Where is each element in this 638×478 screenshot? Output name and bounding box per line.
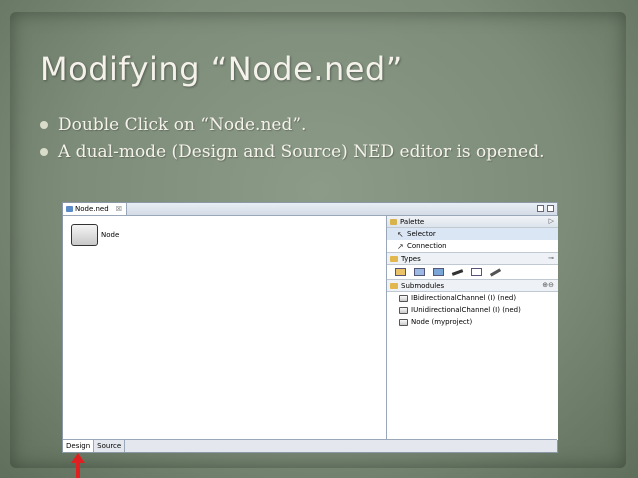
ned-file-icon [66, 206, 73, 212]
close-icon[interactable]: ☒ [116, 205, 122, 213]
tab-node-ned[interactable]: Node.ned ☒ [63, 203, 127, 215]
selector-label: Selector [407, 230, 436, 238]
ned-editor-window: Node.ned ☒ Node Palette ▷ ↖ Selector ↗ C… [62, 202, 558, 453]
submodules-section-header[interactable]: Submodules ⊕⊖ [387, 279, 558, 292]
connection-label: Connection [407, 242, 447, 250]
collapse-arrow-icon[interactable]: ▷ [549, 217, 554, 225]
selector-arrow-icon: ↖ [397, 229, 404, 239]
tab-design[interactable]: Design [63, 440, 95, 452]
submodule-label: Node (myproject) [411, 318, 473, 326]
palette-item-selector[interactable]: ↖ Selector [387, 228, 558, 240]
palette-item-connection[interactable]: ↗ Connection [387, 240, 558, 252]
types-toolbar [387, 265, 558, 279]
module-icon [399, 306, 408, 314]
design-canvas[interactable]: Node [63, 216, 386, 440]
bullet-dot-icon [40, 121, 48, 129]
slide-title: Modifying “Node.ned” [40, 50, 403, 88]
module-icon [399, 318, 408, 326]
tab-label: Node.ned [75, 205, 109, 213]
submodule-item[interactable]: IUnidirectionalChannel (I) (ned) [387, 304, 558, 316]
submodules-label: Submodules [401, 281, 445, 290]
palette-panel: Palette ▷ ↖ Selector ↗ Connection Types … [386, 216, 558, 440]
node-label: Node [101, 231, 120, 239]
bullet-text: A dual-mode (Design and Source) NED edit… [58, 142, 545, 162]
minimize-button[interactable] [537, 205, 544, 212]
channel-interface-type-icon[interactable] [489, 267, 502, 277]
compound-module-type-icon[interactable] [414, 268, 425, 276]
bullet-list: Double Click on “Node.ned”. A dual-mode … [40, 113, 560, 167]
module-icon [399, 294, 408, 302]
interface-type-icon[interactable] [471, 268, 482, 276]
palette-header[interactable]: Palette ▷ [387, 216, 558, 228]
maximize-button[interactable] [547, 205, 554, 212]
editor-tab-bar: Node.ned ☒ [63, 203, 557, 216]
network-type-icon[interactable] [433, 268, 444, 276]
bullet-item: Double Click on “Node.ned”. [40, 113, 560, 137]
bullet-item: A dual-mode (Design and Source) NED edit… [40, 140, 560, 164]
tab-source[interactable]: Source [94, 440, 126, 452]
types-section-header[interactable]: Types ⊸ [387, 252, 558, 265]
node-module-icon[interactable] [71, 224, 98, 246]
folder-icon [390, 282, 398, 289]
types-label: Types [401, 254, 421, 263]
submodule-item[interactable]: IBidirectionalChannel (I) (ned) [387, 292, 558, 304]
simple-module-type-icon[interactable] [395, 268, 406, 276]
mode-tab-bar: Design Source [63, 439, 557, 452]
submodule-label: IUnidirectionalChannel (I) (ned) [411, 306, 521, 314]
palette-title: Palette [400, 217, 425, 226]
palette-icon [390, 218, 397, 225]
connection-icon: ↗ [397, 241, 404, 251]
pin-icon[interactable]: ⊸ [548, 254, 554, 262]
bullet-text: Double Click on “Node.ned”. [58, 115, 307, 135]
submodule-label: IBidirectionalChannel (I) (ned) [411, 294, 517, 302]
submodule-item[interactable]: Node (myproject) [387, 316, 558, 328]
bullet-dot-icon [40, 148, 48, 156]
channel-type-icon[interactable] [451, 268, 464, 276]
red-pointer-arrow-icon [71, 453, 85, 478]
filter-icon[interactable]: ⊕⊖ [542, 281, 554, 289]
folder-icon [390, 255, 398, 262]
